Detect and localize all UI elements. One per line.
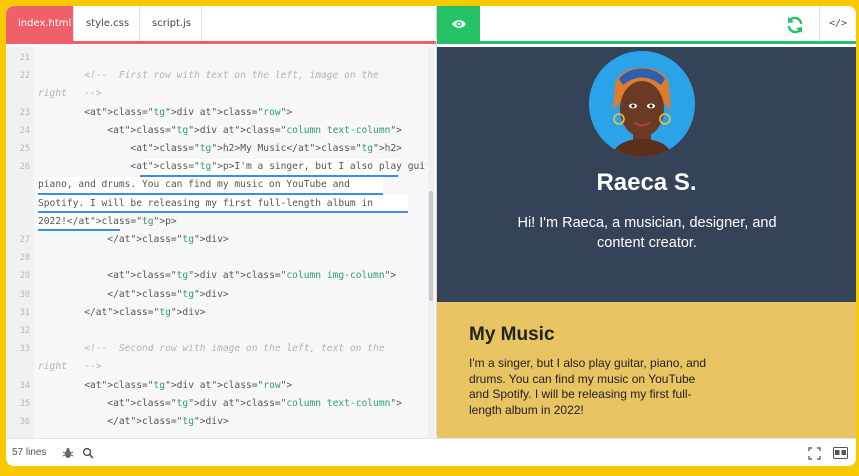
line-number: 24	[19, 125, 30, 136]
line-number: 32	[19, 326, 30, 336]
eye-icon	[451, 19, 466, 28]
music-heading: My Music	[469, 324, 555, 345]
code-line[interactable]: 34 <at">class="tg">div at">class="row">	[6, 377, 426, 395]
code-text: <at">class="tg">p>I'm a singer, but I al…	[38, 161, 426, 173]
line-number: 36	[19, 417, 30, 427]
line-number: 22	[19, 71, 30, 82]
code-text: piano, and drums. You can find my music …	[38, 179, 350, 191]
line-number: 28	[19, 253, 30, 264]
tab-style-css[interactable]: style.css	[74, 6, 140, 41]
avatar	[589, 51, 695, 157]
code-text: </at">class="tg">div>	[38, 234, 229, 245]
code-line[interactable]: 23 <at">class="tg">div at">class="row">	[6, 104, 426, 122]
code-line[interactable]: 29 <at">class="tg">div at">class="column…	[6, 267, 426, 285]
code-area[interactable]: 21 22 <!-- First row with text on the lef…	[6, 47, 426, 438]
code-line[interactable]: 27 </at">class="tg">div>	[6, 231, 426, 249]
preview-pane: Raeca S. Hi! I'm Raeca, a musician, desi…	[437, 47, 856, 438]
search-icon	[82, 447, 94, 459]
line-number: 35	[19, 398, 30, 409]
refresh-icon	[787, 16, 803, 34]
code-line[interactable]: 32	[6, 322, 426, 340]
code-line[interactable]: 31 </at">class="tg">div>	[6, 304, 426, 322]
music-description: I'm a singer, but I also play guitar, pi…	[469, 356, 707, 417]
code-text: Spotify. I will be releasing my first fu…	[38, 197, 374, 209]
code-line[interactable]: 21	[6, 49, 426, 67]
profile-name: Raeca S.	[596, 169, 697, 196]
code-line[interactable]: 22 <!-- First row with text on the left,…	[6, 67, 426, 85]
layout-toggle-button[interactable]	[832, 445, 848, 461]
code-editor-window: index.html style.css script.js 21 22 <!--…	[6, 6, 856, 466]
fullscreen-icon	[807, 446, 821, 460]
editor-scrollbar-thumb[interactable]	[429, 191, 433, 301]
line-number: 31	[19, 307, 30, 318]
code-text: <at">class="tg">div at">class="row">	[38, 379, 293, 391]
line-number: 27	[19, 235, 30, 245]
code-line[interactable]: piano, and drums. You can find my music …	[6, 176, 426, 194]
refresh-button[interactable]	[782, 12, 808, 38]
code-text: <at">class="tg">div at">class="column te…	[38, 124, 402, 136]
tab-script-js[interactable]: script.js	[140, 6, 202, 41]
code-line[interactable]: 25 <at">class="tg">h2>My Music</at">clas…	[6, 140, 426, 158]
tab-label: style.css	[86, 18, 130, 29]
preview-tab[interactable]	[437, 6, 480, 41]
tab-index-html[interactable]: index.html	[6, 6, 74, 41]
code-view-toggle[interactable]: </>	[819, 6, 856, 41]
bug-icon	[62, 448, 74, 458]
code-line[interactable]: 26 <at">class="tg">p>I'm a singer, but I…	[6, 158, 426, 176]
fullscreen-button[interactable]	[806, 445, 822, 461]
code-text: <!-- First row with text on the left, im…	[38, 70, 379, 82]
code-text: right -->	[38, 88, 102, 100]
split-view-icon	[832, 447, 848, 459]
portrait-illustration	[589, 51, 695, 157]
code-text: <at">class="tg">h2>My Music</at">class="…	[38, 143, 402, 154]
code-editor-panel: index.html style.css script.js 21 22 <!--…	[6, 6, 436, 438]
debug-button[interactable]	[60, 445, 76, 461]
code-text: </at">class="tg">div>	[38, 306, 206, 318]
preview-toolbar: </>	[437, 6, 856, 44]
code-line[interactable]: 33 <!-- Second row with image on the lef…	[6, 340, 426, 358]
music-section: My Music I'm a singer, but I also play g…	[437, 302, 856, 438]
file-tabs: index.html style.css script.js	[6, 6, 436, 44]
line-number: 30	[19, 289, 30, 300]
code-line[interactable]: 35 <at">class="tg">div at">class="column…	[6, 395, 426, 413]
code-line[interactable]: right -->	[6, 358, 426, 376]
code-line[interactable]: 24 <at">class="tg">div at">class="column…	[6, 122, 426, 140]
code-text: <!-- Second row with image on the left, …	[38, 343, 385, 355]
line-number: 34	[19, 380, 30, 391]
code-text: <at">class="tg">div at">class="column im…	[38, 270, 397, 282]
code-text: <at">class="tg">div at">class="row">	[38, 106, 293, 118]
line-count: 57 lines	[12, 447, 47, 458]
code-line[interactable]: 28	[6, 249, 426, 267]
code-line[interactable]: 36 </at">class="tg">div>	[6, 413, 426, 431]
code-toggle-label: </>	[828, 18, 848, 29]
tab-label: index.html	[18, 18, 72, 29]
code-text: 2022!</at">class="tg">p>	[38, 215, 177, 227]
line-number: 33	[19, 344, 30, 355]
hero-section: Raeca S. Hi! I'm Raeca, a musician, desi…	[437, 47, 856, 302]
line-number: 26	[19, 162, 30, 173]
code-text: </at">class="tg">div>	[38, 288, 229, 300]
line-number: 23	[19, 107, 30, 118]
line-number: 21	[19, 53, 30, 63]
code-line[interactable]: 2022!</at">class="tg">p>	[6, 213, 426, 231]
line-number: 29	[19, 271, 30, 282]
code-line[interactable]: Spotify. I will be releasing my first fu…	[6, 195, 426, 213]
line-number: 25	[19, 144, 30, 154]
code-line[interactable]: right -->	[6, 85, 426, 103]
search-button[interactable]	[80, 445, 96, 461]
tab-label: script.js	[152, 18, 192, 29]
status-bar: 57 lines	[6, 438, 856, 466]
code-line[interactable]: 30 </at">class="tg">div>	[6, 286, 426, 304]
code-text: </at">class="tg">div>	[38, 416, 229, 427]
code-text: <at">class="tg">div at">class="column te…	[38, 397, 402, 409]
code-text: right -->	[38, 361, 102, 373]
profile-tagline: Hi! I'm Raeca, a musician, designer, and…	[517, 215, 777, 251]
